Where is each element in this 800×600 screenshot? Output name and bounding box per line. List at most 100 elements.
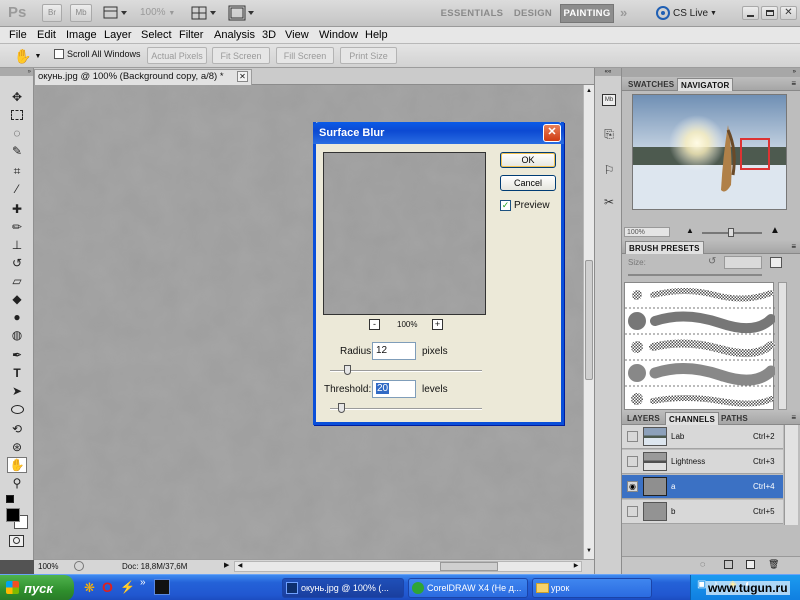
radius-slider[interactable] [330,370,482,372]
h-scroll-right-arrow[interactable]: ▶ [571,562,581,571]
move-tool-icon[interactable]: ✥ [7,89,27,105]
minibridge-button[interactable]: Mb [70,4,92,22]
tab-brush-presets[interactable]: BRUSH PRESETS [625,241,704,254]
channel-row-b[interactable]: b Ctrl+5 [622,500,783,524]
screen-mode-button[interactable] [228,5,256,21]
taskbar-coreldraw[interactable]: CorelDRAW X4 (Не д... [408,578,528,598]
navigator-zoom-field[interactable]: 100% [624,227,670,237]
menu-edit[interactable]: Edit [37,28,56,43]
ok-button[interactable]: OK [500,152,556,168]
workspace-design[interactable]: DESIGN [510,4,556,23]
status-zoom[interactable]: 100% [38,562,58,571]
zoom-level-dropdown[interactable]: 100% ▼ [140,7,180,18]
h-scroll-thumb[interactable] [440,562,498,571]
print-size-button[interactable]: Print Size [340,47,397,64]
menu-filter[interactable]: Filter [179,28,203,43]
h-scroll-left-arrow[interactable]: ◀ [235,562,245,571]
actual-pixels-button[interactable]: Actual Pixels [147,47,207,64]
quick-launch-firefox-icon[interactable]: ❋ [84,580,95,596]
load-channel-selection-icon[interactable]: ◌ [700,559,705,569]
arrange-documents-button[interactable] [190,5,218,21]
shape-tool-icon[interactable] [7,401,27,417]
path-selection-tool-icon[interactable]: ➤ [7,383,27,399]
fill-screen-button[interactable]: Fill Screen [276,47,334,64]
visibility-toggle[interactable] [627,431,638,442]
more-workspaces-icon[interactable]: » [620,5,627,20]
menu-3d[interactable]: 3D [262,28,276,43]
blur-tool-icon[interactable]: ● [7,309,27,325]
3d-rotate-tool-icon[interactable]: ⟲ [7,421,27,437]
menu-analysis[interactable]: Analysis [214,28,255,43]
brush-size-slider[interactable] [628,274,762,276]
channels-panel-menu-icon[interactable]: ≡ [791,413,796,422]
cancel-button[interactable]: Cancel [500,175,556,191]
tab-paths[interactable]: PATHS [718,412,751,425]
paint-bucket-tool-icon[interactable]: ◆ [7,291,27,307]
brush-scrollbar[interactable] [778,282,787,410]
panels-grip[interactable]: » [622,68,800,77]
quick-launch-opera-icon[interactable]: O [102,579,113,595]
lasso-tool-icon[interactable]: ◌ [7,125,27,141]
hand-tool-icon[interactable]: ✋ [7,457,27,473]
scroll-thumb[interactable] [585,260,593,380]
view-extras-button[interactable] [102,5,128,21]
eyedropper-tool-icon[interactable]: ⁄ [7,181,27,197]
brush-new-icon[interactable] [770,257,782,268]
new-channel-icon[interactable] [746,560,755,569]
visibility-toggle[interactable] [627,506,638,517]
zoom-in-icon[interactable]: ▲ [770,225,780,236]
delete-channel-icon[interactable]: 🗑 [768,559,779,570]
menu-help[interactable]: Help [365,28,388,43]
close-tab-icon[interactable]: ✕ [237,71,248,82]
channel-row-lightness[interactable]: Lightness Ctrl+3 [622,450,783,474]
crop-tool-icon[interactable]: ⌗ [7,163,27,179]
dialog-close-button[interactable]: ✕ [543,124,561,142]
menu-image[interactable]: Image [66,28,97,43]
save-selection-channel-icon[interactable] [724,560,733,569]
status-menu-arrow[interactable]: ▶ [224,561,229,569]
default-colors-icon[interactable] [6,495,14,503]
minimize-button[interactable] [742,6,759,20]
actions-dock-icon[interactable]: ⚐ [599,160,619,180]
workspace-painting[interactable]: PAINTING [560,4,614,23]
taskbar-folder[interactable]: урок [532,578,652,598]
menu-view[interactable]: View [285,28,309,43]
scroll-all-windows-checkbox[interactable]: Scroll All Windows [54,49,141,59]
workspace-essentials[interactable]: ESSENTIALS [438,4,506,23]
quick-launch-expand-icon[interactable]: » [140,577,146,588]
brush-preset-list[interactable] [624,282,777,410]
brush-panel-menu-icon[interactable]: ≡ [791,242,796,251]
menu-window[interactable]: Window [319,28,358,43]
threshold-slider-thumb[interactable] [338,403,345,413]
quick-selection-tool-icon[interactable]: ✎ [7,143,27,159]
history-dock-icon[interactable]: ⎘ [599,124,619,144]
tab-layers[interactable]: LAYERS [624,412,663,425]
dodge-tool-icon[interactable]: ◍ [7,327,27,343]
brush-reset-icon[interactable]: ↺ [708,256,716,267]
horizontal-scrollbar[interactable]: ◀ ▶ [234,561,582,572]
tab-channels[interactable]: CHANNELS [665,412,720,425]
quick-launch-app-icon[interactable] [154,579,170,595]
document-tab[interactable]: окунь.jpg @ 100% (Background copy, a/8) … [34,69,252,85]
menu-layer[interactable]: Layer [104,28,132,43]
preview-zoom-out-button[interactable]: - [369,319,380,330]
brush-tool-icon[interactable]: ✏ [7,219,27,235]
threshold-slider[interactable] [330,408,482,410]
tool-preset-picker[interactable]: ✋ ▼ [14,47,44,65]
tab-navigator[interactable]: NAVIGATOR [677,78,734,91]
foreground-color-swatch[interactable] [6,508,20,522]
marquee-tool-icon[interactable] [7,107,27,123]
mini-bridge-dock-icon[interactable]: Mb [599,90,619,110]
menu-select[interactable]: Select [141,28,172,43]
navigator-slider-thumb[interactable] [728,228,734,237]
channel-row-lab[interactable]: Lab Ctrl+2 [622,425,783,449]
toolbox-grip[interactable]: » [0,68,33,76]
history-brush-tool-icon[interactable]: ↺ [7,255,27,271]
radius-input[interactable]: 12 [372,342,416,360]
type-tool-icon[interactable]: T [7,365,27,381]
preview-checkbox[interactable]: ✓ Preview [500,200,550,211]
visibility-toggle[interactable] [627,456,638,467]
fit-screen-button[interactable]: Fit Screen [212,47,270,64]
brush-size-field[interactable] [724,256,762,269]
cs-live-button[interactable]: CS Live ▼ [656,6,717,20]
